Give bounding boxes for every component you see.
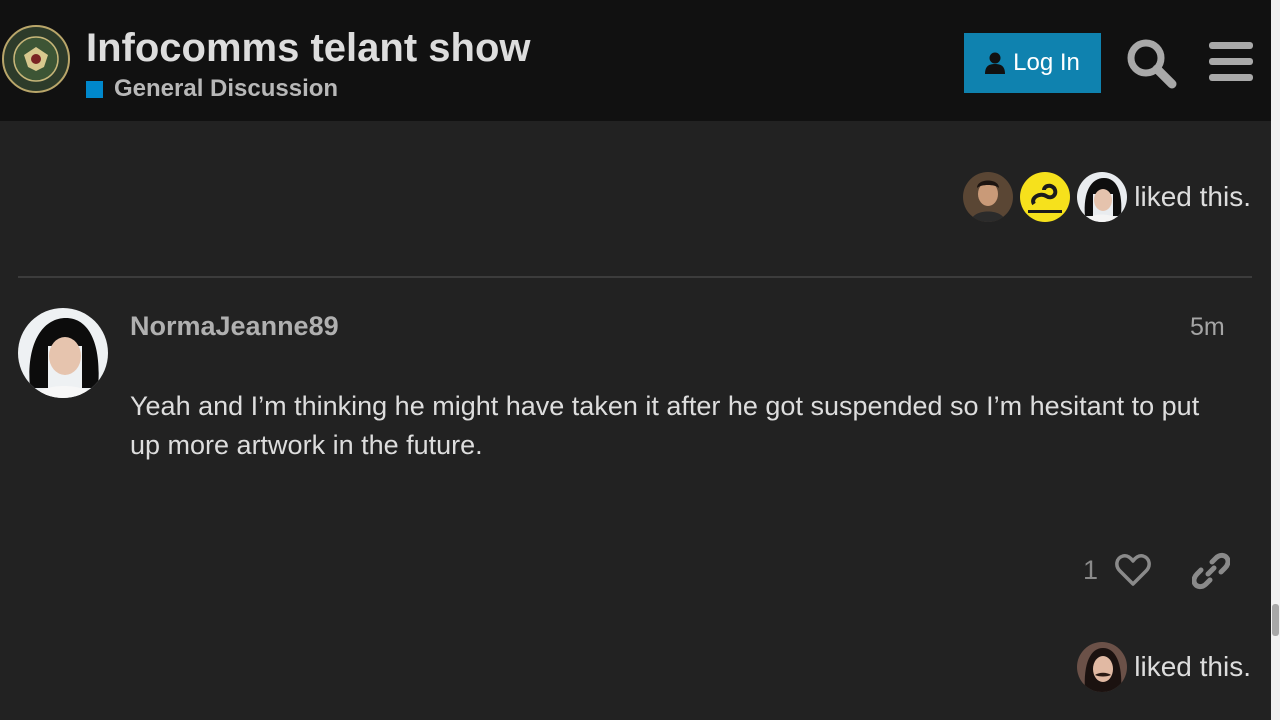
post-divider	[18, 276, 1252, 278]
previous-post-likers: liked this.	[956, 172, 1251, 222]
login-label: Log In	[1013, 49, 1080, 76]
login-button[interactable]: Log In	[964, 33, 1101, 93]
share-link-button[interactable]	[1191, 552, 1231, 590]
search-icon	[1127, 39, 1177, 89]
link-icon	[1191, 552, 1231, 590]
site-header: Infocomms telant show General Discussion…	[0, 0, 1271, 121]
user-icon	[985, 52, 1006, 74]
liked-this-text: liked this.	[1134, 651, 1251, 682]
search-button[interactable]	[1124, 36, 1178, 90]
site-logo-icon[interactable]	[2, 25, 70, 93]
topic-category[interactable]: General Discussion	[86, 75, 339, 102]
post-author-avatar[interactable]	[18, 308, 108, 398]
avatar-man[interactable]	[963, 172, 1014, 222]
post-body: Yeah and I’m thinking he might have take…	[130, 391, 1200, 460]
heart-icon	[1115, 554, 1151, 586]
post-likers: liked this.	[1070, 642, 1251, 692]
category-color-badge	[86, 80, 103, 98]
avatar-woman-mustache[interactable]	[1077, 642, 1128, 692]
scrollbar-thumb[interactable]	[1272, 604, 1279, 636]
hamburger-menu-button[interactable]	[1206, 38, 1256, 86]
avatar-gadsden-flag[interactable]	[1020, 172, 1071, 222]
category-label: General Discussion	[114, 75, 339, 102]
post-username[interactable]: NormaJeanne89	[130, 311, 339, 342]
post-timestamp[interactable]: 5m	[1190, 313, 1225, 342]
avatar-normajeanne[interactable]	[1077, 172, 1128, 222]
hamburger-menu-icon	[1209, 42, 1253, 81]
liked-this-text: liked this.	[1134, 181, 1251, 212]
topic-title[interactable]: Infocomms telant show	[86, 26, 531, 71]
like-button[interactable]	[1115, 553, 1151, 587]
like-count[interactable]: 1	[1083, 555, 1098, 586]
